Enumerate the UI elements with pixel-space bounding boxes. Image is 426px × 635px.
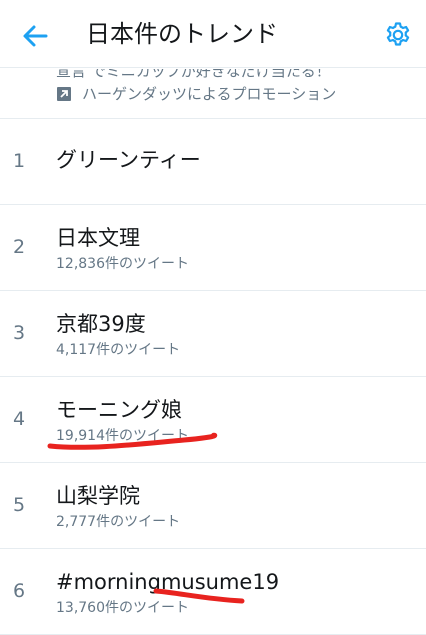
tweet-count: 2,777件のツイート: [56, 514, 181, 530]
tweet-count: 4,117件のツイート: [56, 342, 181, 358]
trend-name: 京都39度: [56, 312, 146, 336]
page-title: 日本件のトレンド: [86, 20, 278, 48]
arrow-left-icon: [23, 25, 48, 47]
trend-rank: 2: [13, 236, 26, 258]
trend-item[interactable]: 1 グリーンティー: [0, 119, 426, 205]
trend-item[interactable]: 2 日本文理 12,836件のツイート: [0, 205, 426, 291]
trend-name: 山梨学院: [56, 484, 140, 508]
trend-item[interactable]: 3 京都39度 4,117件のツイート: [0, 291, 426, 377]
trend-name: グリーンティー: [56, 148, 201, 172]
promoted-trend[interactable]: 宣言 でミニカップが好きなだけ当たる！ ハーゲンダッツによるプロモーション: [0, 69, 426, 119]
settings-button[interactable]: [384, 21, 412, 49]
trend-rank: 6: [13, 580, 26, 602]
back-button[interactable]: [20, 22, 50, 50]
promoted-by-label: ハーゲンダッツによるプロモーション: [82, 85, 337, 103]
trend-rank: 1: [13, 150, 26, 172]
trend-rank: 3: [13, 322, 26, 344]
gear-icon: [386, 22, 410, 46]
tweet-count: 12,836件のツイート: [56, 256, 189, 272]
promo-description: 宣言 でミニカップが好きなだけ当たる！: [56, 69, 331, 80]
trend-item[interactable]: 6 #morningmusume19 13,760件のツイート: [0, 549, 426, 635]
top-app-bar: 日本件のトレンド: [0, 0, 426, 68]
trend-item[interactable]: 5 山梨学院 2,777件のツイート: [0, 463, 426, 549]
trend-name: 日本文理: [56, 226, 140, 250]
tweet-count: 19,914件のツイート: [56, 428, 189, 444]
trend-list: 1 グリーンティー 2 日本文理 12,836件のツイート 3 京都39度 4,…: [0, 119, 426, 635]
trend-rank: 5: [13, 494, 26, 516]
trend-name: モーニング娘: [56, 398, 182, 422]
trend-item[interactable]: 4 モーニング娘 19,914件のツイート: [0, 377, 426, 463]
trend-rank: 4: [13, 408, 26, 430]
trend-name: #morningmusume19: [56, 570, 280, 594]
tweet-count: 13,760件のツイート: [56, 600, 189, 616]
promoted-icon: [57, 87, 71, 101]
